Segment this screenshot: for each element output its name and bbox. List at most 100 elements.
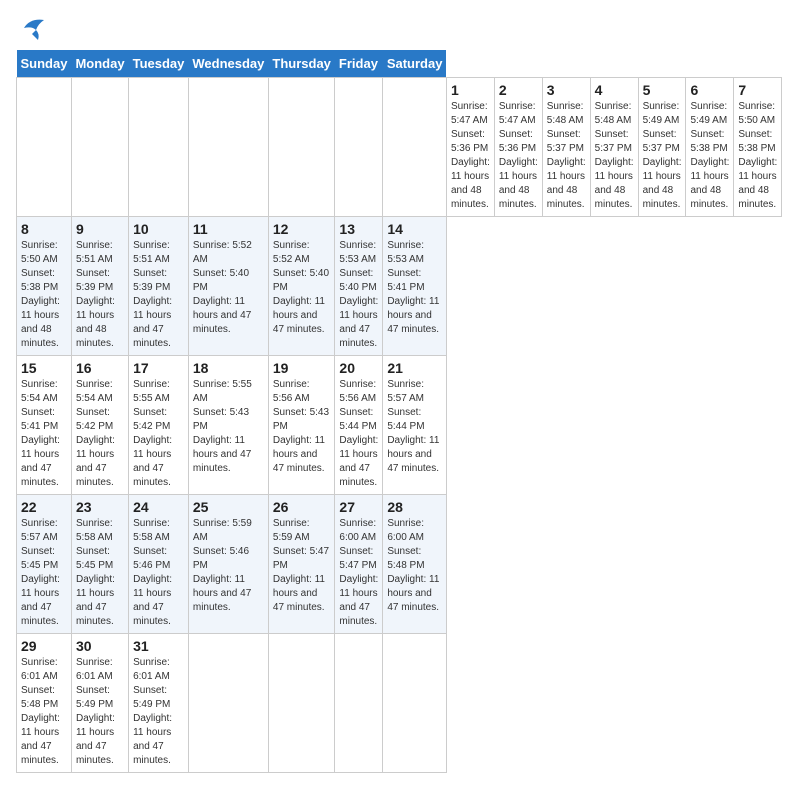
day-number: 16 (76, 360, 124, 376)
empty-day-cell (188, 634, 268, 773)
day-detail: Sunrise: 5:54 AM Sunset: 5:41 PM Dayligh… (21, 378, 67, 490)
day-cell: 8 Sunrise: 5:50 AM Sunset: 5:38 PM Dayli… (17, 217, 72, 356)
sunset-text: Sunset: 5:47 PM (339, 546, 376, 571)
daylight-text: Daylight: 11 hours and 48 minutes. (690, 157, 729, 210)
daylight-text: Daylight: 11 hours and 48 minutes. (76, 296, 115, 349)
sunrise-text: Sunrise: 5:56 AM (273, 379, 310, 404)
day-detail: Sunrise: 5:48 AM Sunset: 5:37 PM Dayligh… (547, 100, 586, 212)
sunset-text: Sunset: 5:49 PM (133, 685, 170, 710)
day-cell: 12 Sunrise: 5:52 AM Sunset: 5:40 PM Dayl… (268, 217, 335, 356)
sunset-text: Sunset: 5:39 PM (133, 268, 170, 293)
day-number: 2 (499, 82, 538, 98)
calendar-week-row: 1 Sunrise: 5:47 AM Sunset: 5:36 PM Dayli… (17, 78, 782, 217)
sunset-text: Sunset: 5:37 PM (643, 129, 680, 154)
sunrise-text: Sunrise: 5:49 AM (643, 101, 680, 126)
daylight-text: Daylight: 11 hours and 48 minutes. (451, 157, 490, 210)
empty-day-cell (335, 78, 383, 217)
daylight-text: Daylight: 11 hours and 48 minutes. (643, 157, 682, 210)
sunrise-text: Sunrise: 5:53 AM (339, 240, 376, 265)
sunrise-text: Sunrise: 5:56 AM (339, 379, 376, 404)
day-of-week-header: Saturday (383, 50, 447, 78)
sunset-text: Sunset: 5:45 PM (21, 546, 58, 571)
sunrise-text: Sunrise: 5:55 AM (193, 379, 252, 404)
calendar-table: SundayMondayTuesdayWednesdayThursdayFrid… (16, 50, 782, 773)
sunset-text: Sunset: 5:40 PM (339, 268, 376, 293)
sunset-text: Sunset: 5:37 PM (595, 129, 632, 154)
sunrise-text: Sunrise: 5:59 AM (273, 518, 310, 543)
day-detail: Sunrise: 5:58 AM Sunset: 5:45 PM Dayligh… (76, 517, 124, 629)
daylight-text: Daylight: 11 hours and 47 minutes. (21, 713, 60, 766)
daylight-text: Daylight: 11 hours and 47 minutes. (21, 574, 60, 627)
day-number: 11 (193, 221, 264, 237)
day-of-week-header: Monday (71, 50, 128, 78)
day-number: 12 (273, 221, 331, 237)
sunset-text: Sunset: 5:43 PM (193, 407, 249, 432)
sunset-text: Sunset: 5:44 PM (387, 407, 424, 432)
day-number: 22 (21, 499, 67, 515)
day-cell: 11 Sunrise: 5:52 AM Sunset: 5:40 PM Dayl… (188, 217, 268, 356)
day-number: 25 (193, 499, 264, 515)
sunset-text: Sunset: 5:38 PM (738, 129, 775, 154)
calendar-week-row: 8 Sunrise: 5:50 AM Sunset: 5:38 PM Dayli… (17, 217, 782, 356)
daylight-text: Daylight: 11 hours and 47 minutes. (76, 435, 115, 488)
sunrise-text: Sunrise: 6:01 AM (133, 657, 170, 682)
day-detail: Sunrise: 5:58 AM Sunset: 5:46 PM Dayligh… (133, 517, 184, 629)
sunset-text: Sunset: 5:49 PM (76, 685, 113, 710)
day-detail: Sunrise: 6:01 AM Sunset: 5:48 PM Dayligh… (21, 656, 67, 768)
sunrise-text: Sunrise: 5:48 AM (547, 101, 584, 126)
day-detail: Sunrise: 5:53 AM Sunset: 5:41 PM Dayligh… (387, 239, 442, 337)
day-detail: Sunrise: 5:57 AM Sunset: 5:45 PM Dayligh… (21, 517, 67, 629)
sunrise-text: Sunrise: 5:57 AM (387, 379, 424, 404)
daylight-text: Daylight: 11 hours and 47 minutes. (193, 435, 251, 474)
day-detail: Sunrise: 5:54 AM Sunset: 5:42 PM Dayligh… (76, 378, 124, 490)
day-of-week-header: Friday (335, 50, 383, 78)
empty-day-cell (383, 634, 447, 773)
day-number: 31 (133, 638, 184, 654)
day-detail: Sunrise: 6:00 AM Sunset: 5:47 PM Dayligh… (339, 517, 378, 629)
day-detail: Sunrise: 5:55 AM Sunset: 5:43 PM Dayligh… (193, 378, 264, 476)
day-number: 19 (273, 360, 331, 376)
sunset-text: Sunset: 5:48 PM (21, 685, 58, 710)
day-cell: 21 Sunrise: 5:57 AM Sunset: 5:44 PM Dayl… (383, 356, 447, 495)
sunset-text: Sunset: 5:48 PM (387, 546, 424, 571)
day-detail: Sunrise: 5:47 AM Sunset: 5:36 PM Dayligh… (499, 100, 538, 212)
daylight-text: Daylight: 11 hours and 47 minutes. (339, 435, 378, 488)
day-number: 24 (133, 499, 184, 515)
sunrise-text: Sunrise: 5:54 AM (21, 379, 58, 404)
day-detail: Sunrise: 5:50 AM Sunset: 5:38 PM Dayligh… (738, 100, 777, 212)
daylight-text: Daylight: 11 hours and 47 minutes. (273, 574, 325, 613)
sunrise-text: Sunrise: 5:47 AM (499, 101, 536, 126)
day-cell: 14 Sunrise: 5:53 AM Sunset: 5:41 PM Dayl… (383, 217, 447, 356)
day-number: 13 (339, 221, 378, 237)
day-number: 18 (193, 360, 264, 376)
day-number: 26 (273, 499, 331, 515)
day-cell: 13 Sunrise: 5:53 AM Sunset: 5:40 PM Dayl… (335, 217, 383, 356)
day-cell: 10 Sunrise: 5:51 AM Sunset: 5:39 PM Dayl… (129, 217, 189, 356)
sunset-text: Sunset: 5:41 PM (387, 268, 424, 293)
sunrise-text: Sunrise: 5:58 AM (133, 518, 170, 543)
day-cell: 1 Sunrise: 5:47 AM Sunset: 5:36 PM Dayli… (446, 78, 494, 217)
day-detail: Sunrise: 5:57 AM Sunset: 5:44 PM Dayligh… (387, 378, 442, 476)
day-cell: 6 Sunrise: 5:49 AM Sunset: 5:38 PM Dayli… (686, 78, 734, 217)
calendar-week-row: 22 Sunrise: 5:57 AM Sunset: 5:45 PM Dayl… (17, 495, 782, 634)
daylight-text: Daylight: 11 hours and 48 minutes. (547, 157, 586, 210)
day-of-week-header: Wednesday (188, 50, 268, 78)
logo-bird-icon (16, 16, 46, 42)
day-cell: 2 Sunrise: 5:47 AM Sunset: 5:36 PM Dayli… (494, 78, 542, 217)
day-number: 30 (76, 638, 124, 654)
sunrise-text: Sunrise: 5:52 AM (193, 240, 252, 265)
day-number: 4 (595, 82, 634, 98)
daylight-text: Daylight: 11 hours and 48 minutes. (21, 296, 60, 349)
day-cell: 29 Sunrise: 6:01 AM Sunset: 5:48 PM Dayl… (17, 634, 72, 773)
day-detail: Sunrise: 5:47 AM Sunset: 5:36 PM Dayligh… (451, 100, 490, 212)
day-cell: 20 Sunrise: 5:56 AM Sunset: 5:44 PM Dayl… (335, 356, 383, 495)
sunrise-text: Sunrise: 6:01 AM (76, 657, 113, 682)
day-number: 23 (76, 499, 124, 515)
day-cell: 26 Sunrise: 5:59 AM Sunset: 5:47 PM Dayl… (268, 495, 335, 634)
day-number: 14 (387, 221, 442, 237)
day-cell: 30 Sunrise: 6:01 AM Sunset: 5:49 PM Dayl… (71, 634, 128, 773)
day-cell: 7 Sunrise: 5:50 AM Sunset: 5:38 PM Dayli… (734, 78, 782, 217)
day-detail: Sunrise: 6:00 AM Sunset: 5:48 PM Dayligh… (387, 517, 442, 615)
day-number: 9 (76, 221, 124, 237)
day-detail: Sunrise: 5:56 AM Sunset: 5:44 PM Dayligh… (339, 378, 378, 490)
